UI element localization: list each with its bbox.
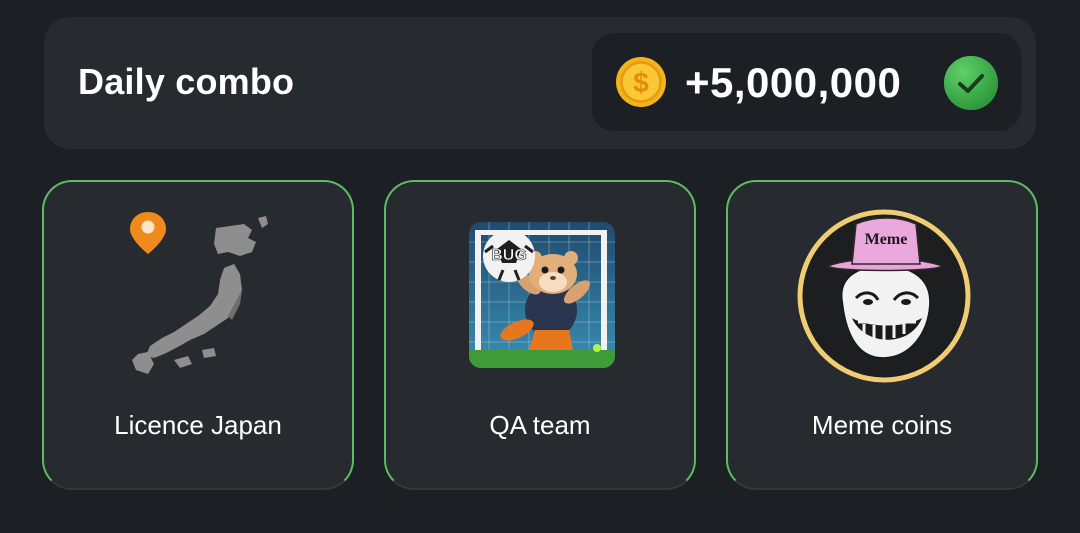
combo-card-licence-japan[interactable]: Licence Japan — [42, 180, 354, 490]
svg-text:$: $ — [633, 67, 649, 98]
meme-coins-trollface-image: Meme — [797, 209, 971, 383]
japan-map-image — [130, 212, 268, 374]
card-label: Licence Japan — [114, 410, 282, 440]
card-label: QA team — [489, 410, 591, 440]
combo-card-qa-team[interactable]: BUG QA team — [384, 180, 696, 490]
daily-combo-screen: Daily combo $ +5,000,000 Licence Japan B… — [0, 0, 1080, 533]
bug-ball-text: BUG — [491, 247, 527, 264]
reward-pill: $ +5,000,000 — [592, 33, 1021, 131]
daily-combo-title: Daily combo — [78, 61, 295, 102]
check-circle-icon — [944, 56, 998, 110]
combo-card-meme-coins[interactable]: Meme Meme coins — [726, 180, 1038, 490]
card-label: Meme coins — [811, 410, 953, 440]
dollar-coin-icon: $ — [616, 57, 666, 107]
qa-team-hamster-image: BUG — [469, 222, 615, 368]
reward-amount: +5,000,000 — [685, 59, 902, 106]
daily-combo-header: Daily combo $ +5,000,000 — [44, 17, 1036, 149]
hat-text: Meme — [865, 231, 908, 248]
location-pin-icon — [130, 212, 166, 254]
